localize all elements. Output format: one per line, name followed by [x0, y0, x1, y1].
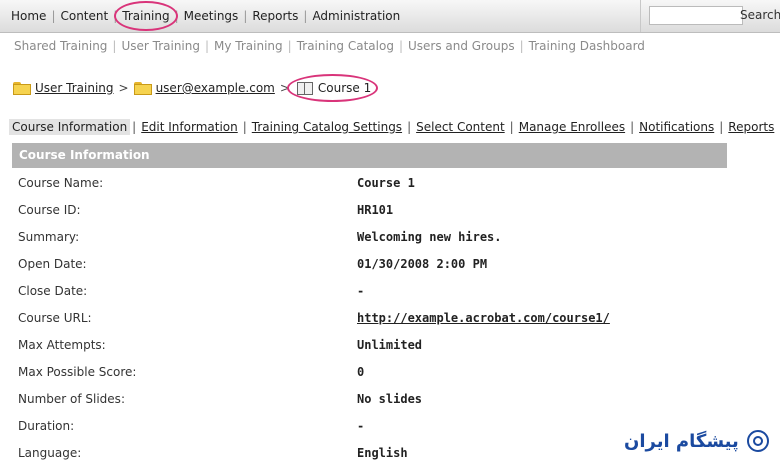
- field-label: Course URL:: [18, 311, 92, 325]
- nav-home[interactable]: Home: [6, 9, 51, 23]
- subnav-training-dashboard[interactable]: Training Dashboard: [524, 39, 650, 53]
- tab-edit-information[interactable]: Edit Information: [138, 120, 241, 134]
- nav-administration[interactable]: Administration: [307, 9, 405, 23]
- field-value: Welcoming new hires.: [357, 230, 502, 244]
- top-nav-bar: Home | Content | Training | Meetings | R…: [0, 0, 780, 33]
- nav-meetings[interactable]: Meetings: [179, 9, 244, 23]
- field-label: Number of Slides:: [18, 392, 125, 406]
- field-label: Duration:: [18, 419, 75, 433]
- field-value: HR101: [357, 203, 394, 217]
- subnav-training-catalog[interactable]: Training Catalog: [292, 39, 399, 53]
- tab-manage-enrollees[interactable]: Manage Enrollees: [516, 120, 628, 134]
- course-tabs: Course Information | Edit Information | …: [9, 119, 777, 135]
- field-value: 01/30/2008 2:00 PM: [357, 257, 488, 271]
- course-info-table: Course Name: Course 1 Course ID: HR101 S…: [0, 168, 780, 465]
- tab-select-content[interactable]: Select Content: [413, 120, 508, 134]
- breadcrumb-user-training[interactable]: User Training: [35, 81, 114, 95]
- subnav-users-and-groups[interactable]: Users and Groups: [403, 39, 520, 53]
- training-subnav: Shared Training | User Training | My Tra…: [9, 39, 650, 53]
- field-label: Language:: [18, 446, 82, 460]
- folder-icon: [133, 81, 152, 95]
- field-label: Summary:: [18, 230, 80, 244]
- logo-mark-icon: [746, 430, 769, 452]
- search-area: Search: [640, 0, 780, 32]
- field-label: Max Possible Score:: [18, 365, 137, 379]
- search-button[interactable]: Search: [740, 8, 780, 22]
- tab-separator: |: [719, 120, 724, 134]
- field-value: Unlimited: [357, 338, 423, 352]
- nav-content[interactable]: Content: [55, 9, 113, 23]
- course-book-icon: [296, 81, 313, 95]
- field-value: -: [357, 419, 365, 433]
- watermark-logo: پیشگام ایران: [624, 430, 769, 452]
- nav-training[interactable]: Training: [114, 1, 179, 31]
- course-url-link[interactable]: http://example.acrobat.com/course1/: [357, 311, 610, 325]
- info-row-course-name: Course Name: Course 1: [0, 168, 780, 195]
- breadcrumb-course-label: Course 1: [317, 81, 372, 95]
- section-header: Course Information: [12, 143, 727, 168]
- info-row-number-of-slides: Number of Slides: No slides: [0, 384, 780, 411]
- field-label: Course Name:: [18, 176, 104, 190]
- field-value: -: [357, 284, 365, 298]
- field-value: 0: [357, 365, 365, 379]
- folder-icon: [13, 81, 31, 95]
- info-row-summary: Summary: Welcoming new hires.: [0, 222, 780, 249]
- tab-separator: |: [630, 120, 635, 134]
- field-label: Open Date:: [18, 257, 87, 271]
- field-value: English: [357, 446, 408, 460]
- tab-training-catalog-settings[interactable]: Training Catalog Settings: [249, 120, 405, 134]
- info-row-max-possible-score: Max Possible Score: 0: [0, 357, 780, 384]
- nav-reports[interactable]: Reports: [247, 9, 303, 23]
- info-row-course-url: Course URL: http://example.acrobat.com/c…: [0, 303, 780, 330]
- info-row-open-date: Open Date: 01/30/2008 2:00 PM: [0, 249, 780, 276]
- main-nav: Home | Content | Training | Meetings | R…: [6, 0, 405, 32]
- breadcrumb: User Training > user@example.com > Cours…: [13, 74, 379, 102]
- field-label: Max Attempts:: [18, 338, 106, 352]
- tab-separator: |: [407, 120, 412, 134]
- subnav-user-training[interactable]: User Training: [116, 39, 205, 53]
- subnav-shared-training[interactable]: Shared Training: [9, 39, 112, 53]
- search-input[interactable]: [649, 6, 743, 25]
- field-value: Course 1: [357, 176, 415, 190]
- breadcrumb-current-course: Course 1: [286, 74, 379, 102]
- tab-reports[interactable]: Reports: [725, 120, 777, 134]
- tab-separator: |: [509, 120, 514, 134]
- tab-separator: |: [242, 120, 247, 134]
- logo-text: پیشگام ایران: [624, 430, 739, 452]
- subnav-my-training[interactable]: My Training: [209, 39, 288, 53]
- field-label: Close Date:: [18, 284, 88, 298]
- breadcrumb-separator: >: [118, 81, 129, 95]
- info-row-course-id: Course ID: HR101: [0, 195, 780, 222]
- breadcrumb-user-folder[interactable]: user@example.com: [156, 81, 275, 95]
- field-label: Course ID:: [18, 203, 81, 217]
- info-row-max-attempts: Max Attempts: Unlimited: [0, 330, 780, 357]
- tab-notifications[interactable]: Notifications: [636, 120, 717, 134]
- field-value: No slides: [357, 392, 423, 406]
- info-row-close-date: Close Date: -: [0, 276, 780, 303]
- tab-separator: |: [132, 120, 137, 134]
- tab-course-information[interactable]: Course Information: [9, 119, 131, 135]
